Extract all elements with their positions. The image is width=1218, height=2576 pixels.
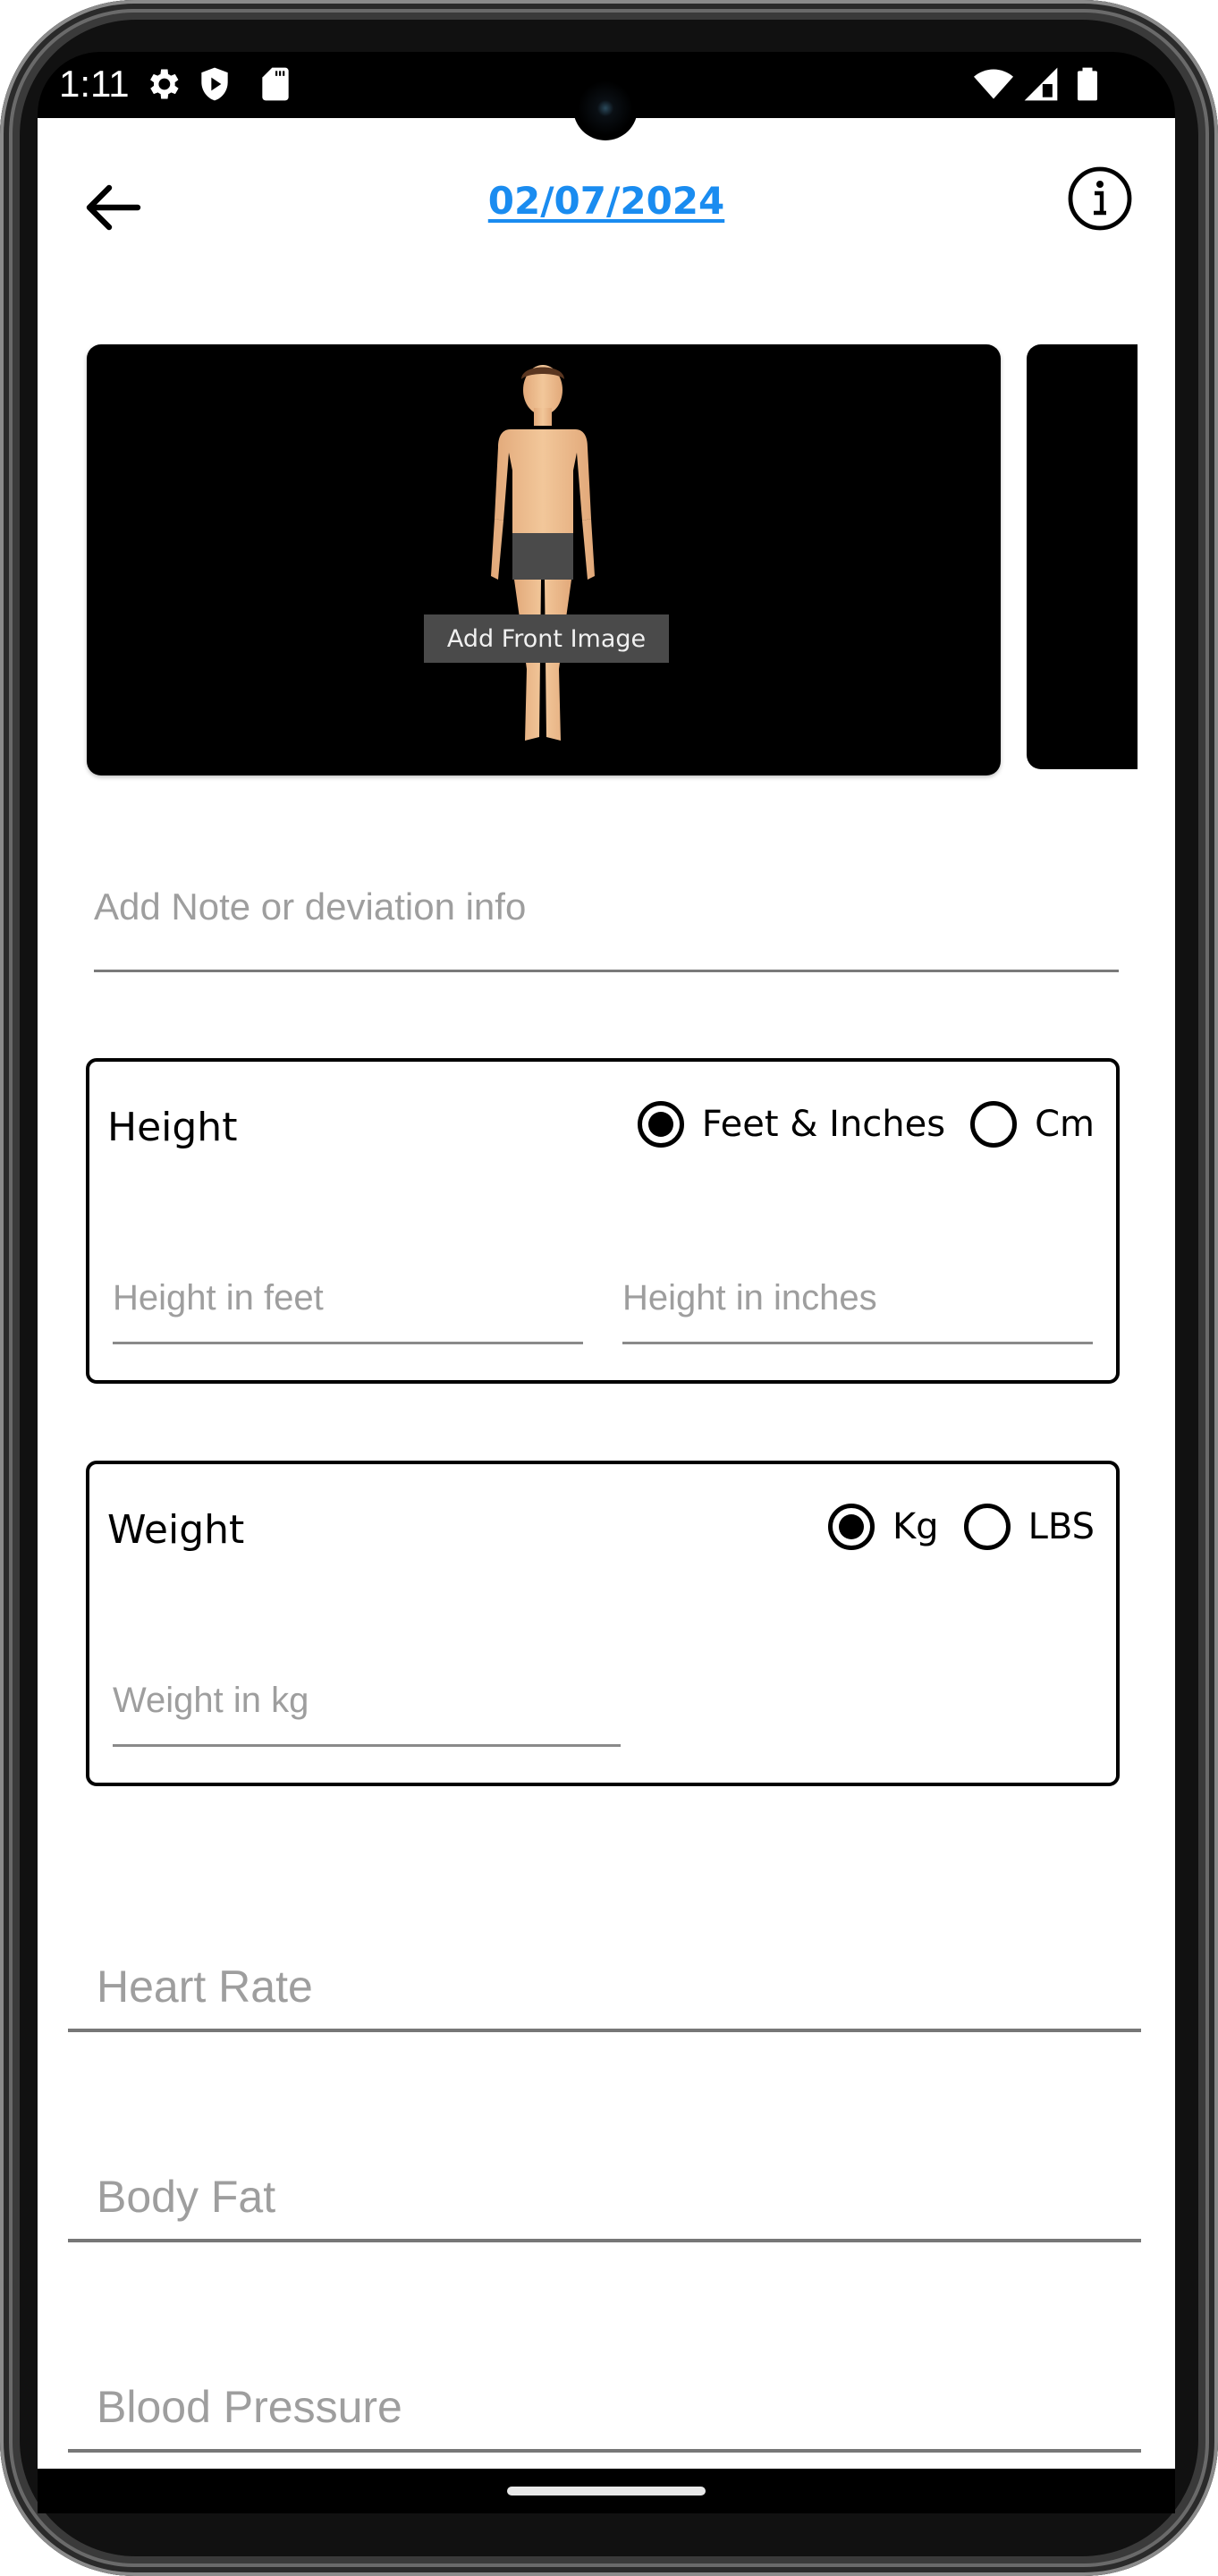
height-section: Height Feet & Inches Cm Height in feet H… bbox=[86, 1058, 1120, 1384]
sd-card-icon bbox=[262, 67, 289, 101]
body-fat-underline bbox=[68, 2239, 1141, 2242]
app-screen: 02/07/2024 Add Front Image Add Note or d… bbox=[38, 118, 1175, 2469]
radio-circle-unselected[interactable] bbox=[963, 1504, 1011, 1550]
body-fat-input[interactable]: Body Fat bbox=[68, 2153, 1141, 2242]
height-feet-input[interactable]: Height in feet bbox=[113, 1267, 583, 1344]
radio-dot bbox=[838, 1514, 864, 1539]
front-image-card[interactable]: Add Front Image bbox=[87, 344, 1001, 775]
heart-rate-placeholder: Heart Rate bbox=[97, 1962, 313, 2012]
height-feet-placeholder: Height in feet bbox=[113, 1278, 324, 1318]
weight-input[interactable]: Weight in kg bbox=[113, 1670, 621, 1747]
heart-rate-input[interactable]: Heart Rate bbox=[68, 1943, 1141, 2032]
note-underline bbox=[94, 970, 1119, 972]
settings-icon bbox=[150, 69, 179, 99]
date-title[interactable]: 02/07/2024 bbox=[38, 179, 1175, 223]
system-nav-bar bbox=[38, 2469, 1175, 2513]
radio-kg[interactable]: Kg bbox=[827, 1504, 939, 1550]
note-input[interactable]: Add Note or deviation info bbox=[94, 860, 1119, 972]
blood-pressure-placeholder: Blood Pressure bbox=[97, 2382, 402, 2432]
radio-label: Cm bbox=[1035, 1104, 1095, 1145]
weight-underline bbox=[113, 1744, 621, 1747]
info-circle-icon[interactable] bbox=[1064, 163, 1136, 234]
note-placeholder: Add Note or deviation info bbox=[94, 886, 527, 928]
radio-circle-selected[interactable] bbox=[827, 1504, 875, 1550]
radio-dot bbox=[647, 1112, 673, 1137]
radio-label: Feet & Inches bbox=[701, 1104, 946, 1145]
play-protect-icon bbox=[201, 67, 228, 101]
body-image-carousel: Add Front Image bbox=[38, 344, 1175, 783]
radio-label: Kg bbox=[892, 1506, 939, 1547]
radio-label: LBS bbox=[1028, 1506, 1095, 1547]
weight-section: Weight Kg LBS Weight in kg bbox=[86, 1461, 1120, 1786]
radio-circle-selected[interactable] bbox=[637, 1101, 684, 1148]
body-fat-placeholder: Body Fat bbox=[97, 2172, 276, 2222]
next-image-card[interactable] bbox=[1027, 344, 1138, 769]
height-inches-input[interactable]: Height in inches bbox=[622, 1267, 1093, 1344]
weight-unit-radio-group: Kg LBS bbox=[803, 1504, 1095, 1550]
height-label: Height bbox=[107, 1105, 238, 1150]
height-feet-underline bbox=[113, 1342, 583, 1344]
cellular-signal-icon bbox=[1024, 67, 1058, 101]
radio-feet-inches[interactable]: Feet & Inches bbox=[637, 1101, 946, 1148]
status-time: 1:11 bbox=[59, 63, 130, 105]
radio-circle-unselected[interactable] bbox=[970, 1101, 1018, 1148]
heart-rate-underline bbox=[68, 2029, 1141, 2032]
add-front-image-label[interactable]: Add Front Image bbox=[424, 614, 669, 663]
height-inches-placeholder: Height in inches bbox=[622, 1278, 877, 1318]
header: 02/07/2024 bbox=[38, 118, 1175, 297]
height-inches-underline bbox=[622, 1342, 1093, 1344]
front-camera bbox=[573, 76, 638, 140]
height-unit-radio-group: Feet & Inches Cm bbox=[613, 1101, 1095, 1148]
body-figure-icon bbox=[491, 365, 595, 741]
radio-cm[interactable]: Cm bbox=[970, 1101, 1095, 1148]
home-gesture-handle[interactable] bbox=[507, 2487, 706, 2496]
blood-pressure-input[interactable]: Blood Pressure bbox=[68, 2363, 1141, 2453]
battery-icon bbox=[1078, 67, 1097, 101]
wifi-icon bbox=[974, 69, 1013, 99]
radio-lbs[interactable]: LBS bbox=[963, 1504, 1095, 1550]
weight-placeholder: Weight in kg bbox=[113, 1681, 309, 1720]
weight-label: Weight bbox=[107, 1507, 245, 1553]
blood-pressure-underline bbox=[68, 2449, 1141, 2453]
